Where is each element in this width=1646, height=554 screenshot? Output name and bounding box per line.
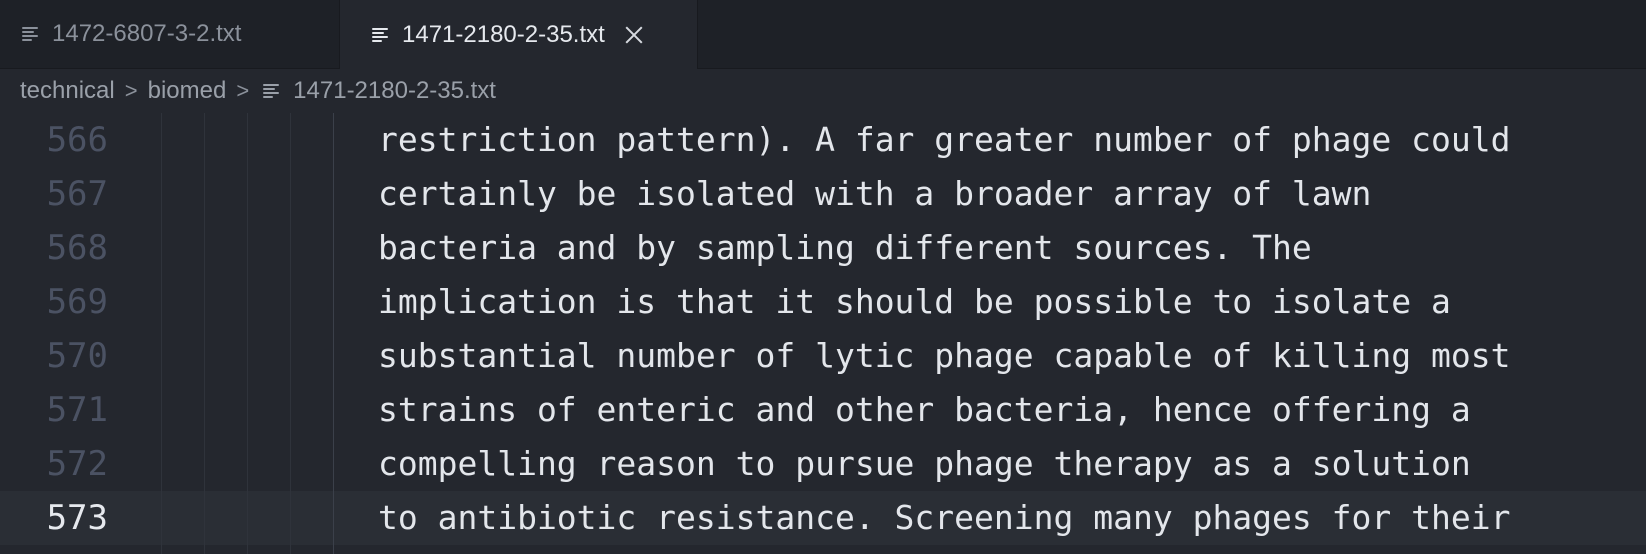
line-number: 570	[46, 336, 108, 376]
chevron-right-icon: >	[124, 78, 138, 103]
line-number: 571	[46, 390, 108, 430]
indent-guide	[290, 113, 291, 554]
line-text[interactable]: implication is that it should be possibl…	[378, 275, 1451, 329]
indent-guide	[204, 113, 205, 554]
line-text[interactable]: certainly be isolated with a broader arr…	[378, 167, 1371, 221]
close-icon[interactable]	[623, 24, 645, 46]
breadcrumb-item-file[interactable]: 1471-2180-2-35.txt	[293, 77, 496, 105]
breadcrumb: technical > biomed > 1471-2180-2-35.txt	[0, 69, 1646, 113]
line-text[interactable]: substantial number of lytic phage capabl…	[378, 329, 1510, 383]
indent-guide	[247, 113, 248, 554]
line-text[interactable]: to antibiotic resistance. Screening many…	[378, 491, 1510, 545]
line-number: 573	[46, 498, 108, 538]
file-text-icon	[372, 27, 388, 43]
line-number: 567	[46, 174, 108, 214]
indent-guide	[161, 113, 162, 554]
tab-1472-6807-3-2[interactable]: 1472-6807-3-2.txt	[0, 0, 340, 68]
line-text[interactable]: bacteria and by sampling different sourc…	[378, 221, 1312, 275]
line-text[interactable]: strains of enteric and other bacteria, h…	[378, 383, 1471, 437]
file-text-icon	[22, 26, 38, 42]
line-text[interactable]: restriction pattern). A far greater numb…	[378, 113, 1510, 167]
editor[interactable]: 566 restriction pattern). A far greater …	[0, 113, 1646, 554]
line-number: 572	[46, 444, 108, 484]
tab-bar: 1472-6807-3-2.txt 1471-2180-2-35.txt	[0, 0, 1646, 69]
line-text[interactable]: compelling reason to pursue phage therap…	[378, 437, 1471, 491]
tab-1471-2180-2-35[interactable]: 1471-2180-2-35.txt	[340, 0, 698, 69]
tab-label: 1472-6807-3-2.txt	[52, 20, 242, 47]
chevron-right-icon: >	[236, 78, 250, 103]
breadcrumb-item-biomed[interactable]: biomed	[148, 77, 227, 105]
line-number: 566	[46, 120, 108, 160]
line-number: 569	[46, 282, 108, 322]
indent-guide	[333, 113, 334, 554]
line-number: 568	[46, 228, 108, 268]
file-text-icon	[263, 83, 280, 99]
breadcrumb-item-technical[interactable]: technical	[20, 77, 115, 105]
tab-label: 1471-2180-2-35.txt	[402, 20, 605, 48]
